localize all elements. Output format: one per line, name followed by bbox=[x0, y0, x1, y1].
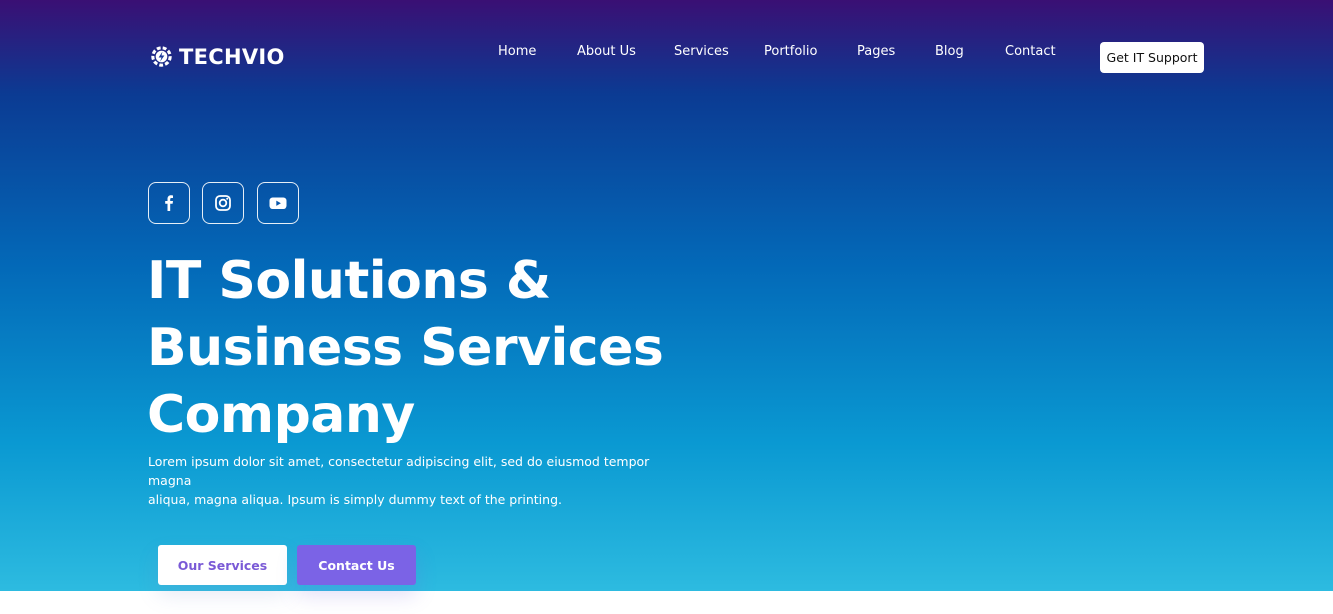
brand-logo[interactable]: TECHVIO bbox=[148, 43, 285, 70]
instagram-link[interactable] bbox=[202, 182, 244, 224]
hero-description-line-1: Lorem ipsum dolor sit amet, consectetur … bbox=[148, 454, 650, 488]
hero-description-line-2: aliqua, magna aliqua. Ipsum is simply du… bbox=[148, 492, 562, 507]
get-it-support-button[interactable]: Get IT Support bbox=[1100, 42, 1204, 73]
nav-item-contact[interactable]: Contact bbox=[1005, 44, 1056, 59]
nav-item-home[interactable]: Home bbox=[498, 44, 536, 59]
youtube-icon bbox=[269, 197, 287, 209]
youtube-link[interactable] bbox=[257, 182, 299, 224]
nav-item-about-us[interactable]: About Us bbox=[577, 44, 636, 59]
gear-bolt-icon bbox=[151, 46, 172, 67]
instagram-icon bbox=[215, 195, 231, 211]
hero-title-line-1: IT Solutions & bbox=[147, 251, 551, 311]
nav-item-portfolio[interactable]: Portfolio bbox=[764, 44, 817, 59]
page-below-hero bbox=[0, 591, 1333, 614]
brand-name: TECHVIO bbox=[179, 44, 285, 69]
nav-item-blog[interactable]: Blog bbox=[935, 44, 964, 59]
nav-item-pages[interactable]: Pages bbox=[857, 44, 895, 59]
nav-item-services[interactable]: Services bbox=[674, 44, 729, 59]
facebook-icon bbox=[165, 195, 173, 211]
hero-title-line-2: Business Services bbox=[147, 318, 664, 378]
contact-us-button[interactable]: Contact Us bbox=[297, 545, 416, 585]
our-services-button[interactable]: Our Services bbox=[158, 545, 287, 585]
hero-title: IT Solutions & Business Services Company bbox=[147, 248, 707, 449]
hero-description: Lorem ipsum dolor sit amet, consectetur … bbox=[148, 452, 668, 509]
facebook-link[interactable] bbox=[148, 182, 190, 224]
hero-title-line-3: Company bbox=[147, 385, 415, 445]
